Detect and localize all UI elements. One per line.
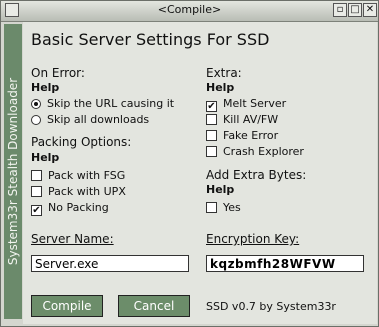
radio-unselected-icon[interactable] xyxy=(31,115,41,125)
checkbox-kill-av[interactable]: Kill AV/FW xyxy=(206,113,278,127)
radio-skip-all[interactable]: Skip all downloads xyxy=(31,113,149,127)
close-button[interactable]: ✕ xyxy=(363,3,377,17)
crash-explorer-label: Crash Explorer xyxy=(223,145,304,158)
extra-label: Extra: xyxy=(206,66,242,80)
minimize-button[interactable]: ▫ xyxy=(333,3,347,17)
on-error-help-link[interactable]: Help xyxy=(31,81,59,94)
checkbox-extra-bytes-yes[interactable]: Yes xyxy=(206,201,241,215)
checkbox-icon[interactable] xyxy=(31,170,42,181)
kill-av-label: Kill AV/FW xyxy=(223,113,279,126)
checkbox-icon[interactable] xyxy=(206,146,217,157)
settings-panel: Basic Server Settings For SSD On Error: … xyxy=(23,22,377,324)
no-packing-label: No Packing xyxy=(48,201,109,214)
extra-bytes-help-link[interactable]: Help xyxy=(206,183,234,196)
packing-label: Packing Options: xyxy=(31,135,132,149)
extra-help-link[interactable]: Help xyxy=(206,81,234,94)
compile-window: <Compile> ▫ □ ✕ System33r Stealth Downlo… xyxy=(0,0,379,327)
encryption-key-label: Encryption Key: xyxy=(206,232,300,246)
version-text: SSD v0.7 by System33r xyxy=(206,300,336,313)
radio-skip-all-label: Skip all downloads xyxy=(47,113,150,126)
radio-skip-url[interactable]: Skip the URL causing it xyxy=(31,97,174,111)
page-title: Basic Server Settings For SSD xyxy=(31,30,270,49)
sidebar-text: System33r Stealth Downloader xyxy=(6,77,20,266)
checkbox-icon[interactable] xyxy=(206,114,217,125)
server-name-label: Server Name: xyxy=(31,232,114,246)
checkbox-icon[interactable] xyxy=(31,186,42,197)
window-title: <Compile> xyxy=(157,3,222,16)
pack-fsg-label: Pack with FSG xyxy=(48,169,126,182)
checkbox-fake-error[interactable]: Fake Error xyxy=(206,129,278,143)
checkbox-no-packing[interactable]: ✔ No Packing xyxy=(31,201,109,216)
pack-upx-label: Pack with UPX xyxy=(48,185,126,198)
compile-button[interactable]: Compile xyxy=(31,295,103,317)
title-bar[interactable]: <Compile> ▫ □ ✕ xyxy=(1,1,378,22)
checkbox-pack-upx[interactable]: Pack with UPX xyxy=(31,185,126,199)
checkbox-melt-server[interactable]: ✔ Melt Server xyxy=(206,97,287,112)
extra-bytes-label: Add Extra Bytes: xyxy=(206,168,307,182)
on-error-label: On Error: xyxy=(31,66,85,80)
maximize-button[interactable]: □ xyxy=(348,3,362,17)
encryption-key-field[interactable]: kqzbmfh28WFVW xyxy=(206,255,364,272)
cancel-button[interactable]: Cancel xyxy=(118,295,190,317)
melt-server-label: Melt Server xyxy=(223,97,287,110)
checkbox-icon[interactable] xyxy=(206,130,217,141)
checkbox-crash-explorer[interactable]: Crash Explorer xyxy=(206,145,304,159)
packing-help-link[interactable]: Help xyxy=(31,151,59,164)
radio-skip-url-label: Skip the URL causing it xyxy=(47,97,175,110)
checkbox-checked-icon[interactable]: ✔ xyxy=(206,101,217,112)
sidebar-banner: System33r Stealth Downloader xyxy=(4,24,22,319)
checkbox-checked-icon[interactable]: ✔ xyxy=(31,205,42,216)
checkbox-pack-fsg[interactable]: Pack with FSG xyxy=(31,169,125,183)
checkbox-icon[interactable] xyxy=(206,202,217,213)
radio-selected-icon[interactable] xyxy=(31,99,41,109)
fake-error-label: Fake Error xyxy=(223,129,279,142)
extra-bytes-yes-label: Yes xyxy=(223,201,241,214)
server-name-field[interactable]: Server.exe xyxy=(31,255,189,272)
